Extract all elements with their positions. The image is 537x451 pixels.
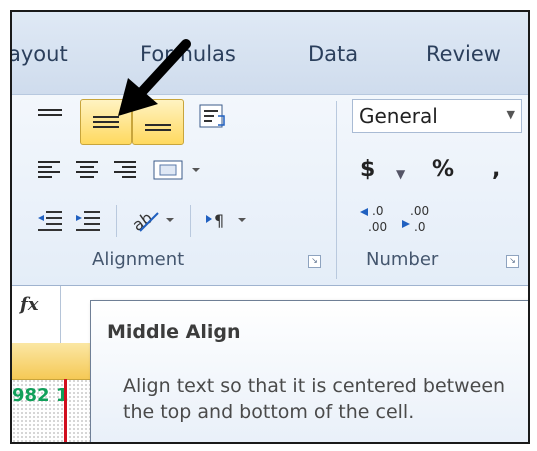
svg-text:¶: ¶ [214, 211, 224, 230]
percent-style-button[interactable]: % [432, 157, 454, 182]
cell-border-red [64, 379, 67, 442]
excel-window: ayout Formulas Data Review ab ¶ Alignmen… [10, 10, 530, 444]
chevron-down-icon: ▼ [506, 108, 515, 121]
align-center-icon[interactable] [76, 161, 98, 181]
tab-page-layout[interactable]: ayout [12, 42, 68, 66]
increase-indent-icon[interactable] [74, 207, 102, 233]
number-format-dropdown[interactable]: General ▼ [352, 99, 522, 133]
number-group-label: Number [366, 249, 439, 270]
currency-format-button[interactable]: $ [360, 157, 375, 182]
decrease-decimal-icon[interactable]: .00 .0 [400, 203, 436, 237]
increase-decimal-icon[interactable]: .0 .00 [358, 203, 394, 237]
tooltip-body: Align text so that it is centered betwee… [123, 375, 506, 423]
comma-style-button[interactable]: , [492, 157, 500, 182]
svg-text:.0: .0 [414, 220, 425, 234]
number-format-value: General [359, 104, 438, 128]
group-separator [336, 101, 337, 279]
ribbon-body: ab ¶ Alignment ↘ General ▼ $ ▼ % , .0 .0… [12, 94, 528, 285]
divider [190, 205, 191, 237]
alignment-dialog-launcher-icon[interactable]: ↘ [308, 255, 321, 268]
tooltip: Middle Align Align text so that it is ce… [90, 300, 528, 442]
svg-text:.00: .00 [368, 220, 387, 234]
alignment-group-label: Alignment [92, 249, 185, 270]
tab-review[interactable]: Review [426, 42, 501, 66]
decrease-indent-icon[interactable] [36, 207, 64, 233]
merge-and-center-icon[interactable] [152, 155, 204, 185]
svg-text:ab: ab [130, 208, 156, 235]
pointer-arrow-icon [118, 39, 191, 116]
chevron-down-icon[interactable]: ▼ [396, 167, 405, 181]
tooltip-title: Middle Align [107, 321, 241, 343]
top-align-icon[interactable] [38, 109, 62, 119]
paragraph-direction-icon[interactable]: ¶ [202, 205, 252, 235]
cell-value: 982 1 [12, 385, 69, 406]
divider [60, 286, 61, 344]
wrap-text-icon[interactable] [198, 103, 228, 133]
insert-function-icon[interactable]: fx [20, 294, 38, 315]
svg-text:.00: .00 [410, 204, 429, 218]
divider [116, 205, 117, 237]
ribbon-tab-row: ayout Formulas Data Review [12, 12, 528, 94]
column-header[interactable] [12, 343, 92, 380]
orientation-icon[interactable]: ab [129, 205, 176, 235]
number-dialog-launcher-icon[interactable]: ↘ [506, 255, 519, 268]
align-left-icon[interactable] [38, 161, 60, 181]
svg-text:.0: .0 [372, 204, 383, 218]
align-right-icon[interactable] [114, 161, 136, 181]
tab-data[interactable]: Data [308, 42, 358, 66]
